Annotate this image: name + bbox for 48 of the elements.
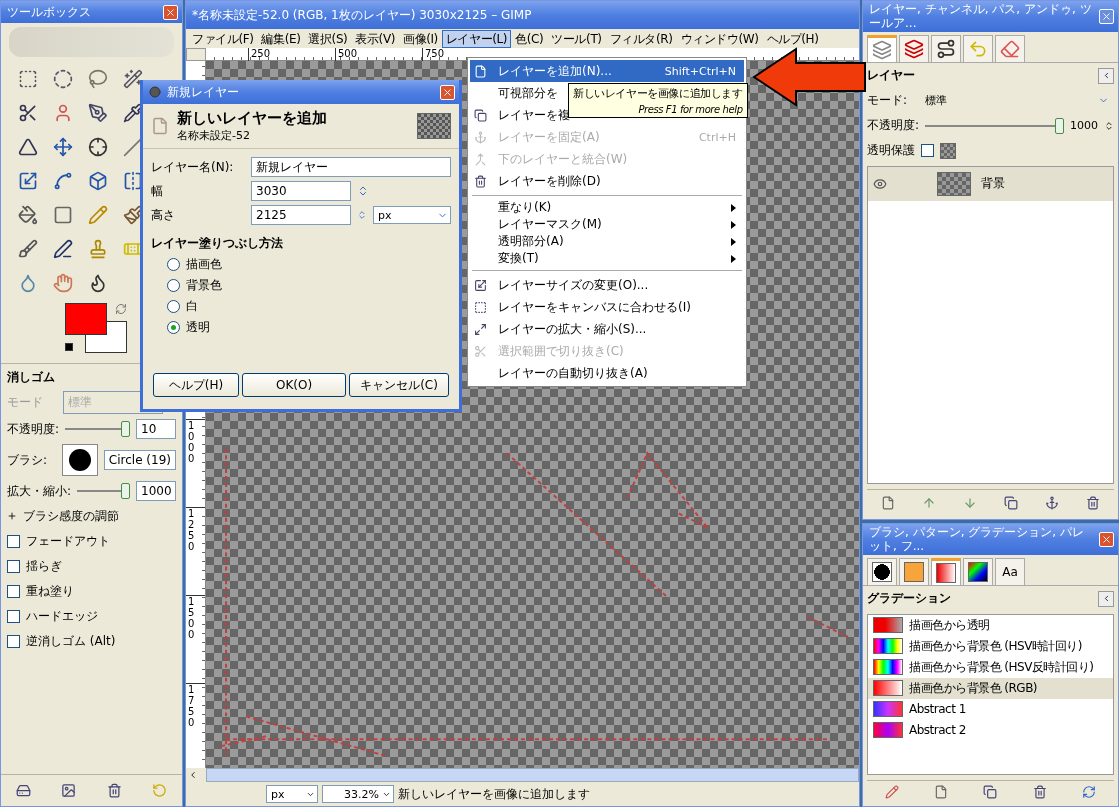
field-label: 不透明度: [867,117,920,135]
layer-name: 背景 [981,175,1005,193]
field-label: モード [7,394,44,411]
field-label: 透明保護 [867,142,915,160]
opacity-value: 1000 [1070,119,1098,133]
tooltip-hint: Press F1 for more help [638,104,743,115]
ruler-label: 1500 [188,596,196,640]
field-label: 拡大・縮小: [7,482,72,500]
section-title: レイヤー塗りつぶし方法 [151,235,284,252]
section-title: グラデーション [867,590,951,608]
dialog-heading: 新しいレイヤーを追加 [177,109,328,128]
ruler-label: 250 [251,48,271,59]
radio-label: 背景色 [186,277,222,294]
gradient-name: Abstract 1 [909,702,966,717]
field-label: ブラシ: [7,451,49,469]
checkbox-label: 重ね塗り [26,582,74,600]
gradient-name: 描画色から背景色 (RGB) [909,679,1038,697]
radio-label: 白 [186,298,198,315]
panel-title: ブラシ, パターン, グラデーション, パレット, フ... [869,525,1085,554]
status-message: 新しいレイヤーを画像に追加します [398,785,590,803]
ruler-label: 1000 [188,420,196,464]
section-title: レイヤー [867,67,915,85]
gradient-name: 描画色から背景色 (HSV反時計回り) [909,658,1094,676]
gradient-name: Abstract 2 [909,723,966,738]
window-title: *名称未設定-52.0 (RGB, 1枚のレイヤー) 3030x2125 – GIMP [192,6,532,24]
panel-title: レイヤー, チャンネル, パス, アンドゥ, ツールア... [869,2,1093,31]
ruler-label: 500 [338,48,358,59]
field-label: モード: [867,92,909,110]
gradient-name: 描画色から背景色 (HSV時計回り) [909,637,1083,655]
ruler-label: 1750 [188,684,196,728]
field-label: 不透明度: [7,420,60,438]
checkbox-label: ハードエッジ [26,607,98,625]
field-label: レイヤー名(N): [151,158,235,176]
tooltip-text: 新しいレイヤーを画像に追加します [573,86,743,101]
ruler-label: 750 [425,48,445,59]
field-label: 幅 [151,182,164,200]
gradient-name: 描画色から透明 [909,616,990,634]
field-label: 高さ [151,206,176,224]
dialog-subheading: 名称未設定-52 [177,128,251,143]
panel-title: ツールボックス [7,3,91,21]
checkbox-label: 揺らぎ [26,557,62,575]
dialog-title: 新規レイヤー [167,83,239,101]
tool-options-title: 消しゴム [7,369,56,386]
radio-label: 透明 [186,319,210,336]
checkbox-label: 逆消しゴム (Alt) [26,632,116,650]
checkbox-label: フェードアウト [26,532,110,550]
ruler-label: 1250 [188,508,196,552]
radio-label: 描画色 [186,256,222,273]
